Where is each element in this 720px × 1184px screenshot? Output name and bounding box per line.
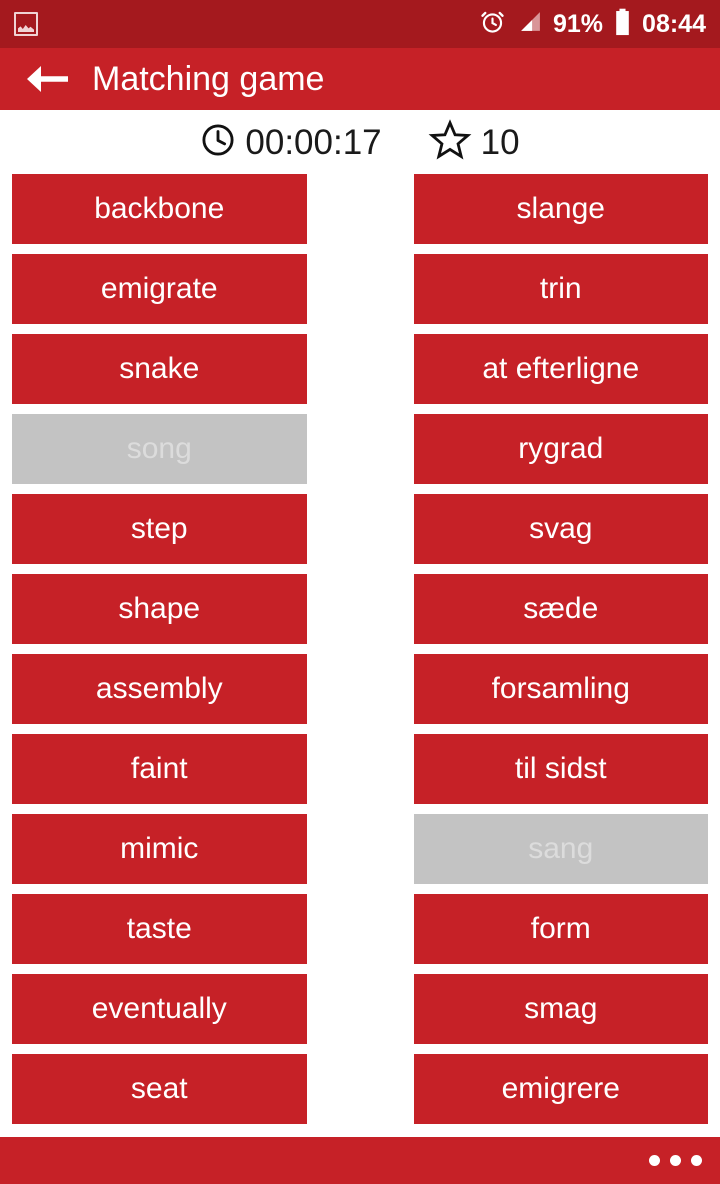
score-row: 00:00:17 10 <box>0 110 720 174</box>
overflow-menu-icon[interactable] <box>649 1155 702 1166</box>
matching-board: backbone emigrate snake song step shape assemb… <box>0 174 720 1137</box>
card[interactable]: emigrere <box>413 1054 708 1124</box>
card[interactable]: step <box>12 494 307 564</box>
card[interactable]: emigrate <box>12 254 307 324</box>
screenshot-icon <box>14 12 38 36</box>
card[interactable]: rygrad <box>413 414 708 484</box>
card-label: faint <box>130 754 188 784</box>
left-column: backbone emigrate snake song step shape assemb… <box>12 174 307 1124</box>
matching-game-screen: 91% 08:44 Matching game 00:00:17 10 back… <box>0 0 720 1184</box>
card-label: sang <box>528 834 594 864</box>
card[interactable]: forsamling <box>413 654 708 724</box>
card-label: step <box>130 514 188 544</box>
card[interactable]: eventually <box>12 974 307 1044</box>
back-arrow-icon <box>27 66 68 92</box>
card-label: taste <box>126 914 192 944</box>
card[interactable]: smag <box>413 974 708 1044</box>
card-label: sæde <box>523 594 599 624</box>
card-label: emigrere <box>501 1074 620 1104</box>
card-matched: sang <box>413 814 708 884</box>
battery-percent: 91% <box>553 9 604 38</box>
alarm-clock-icon <box>479 8 506 40</box>
card-matched: song <box>12 414 307 484</box>
card-label: forsamling <box>491 674 630 704</box>
overflow-dot <box>670 1155 681 1166</box>
card[interactable]: slange <box>413 174 708 244</box>
card-label: svag <box>529 514 593 544</box>
signal-strength-icon <box>517 9 542 39</box>
card-label: til sidst <box>514 754 607 784</box>
overflow-dot <box>691 1155 702 1166</box>
star-icon <box>428 118 472 166</box>
card-label: smag <box>524 994 598 1024</box>
card-label: song <box>126 434 192 464</box>
card-label: emigrate <box>100 274 218 304</box>
star-display: 10 <box>428 118 520 166</box>
card[interactable]: shape <box>12 574 307 644</box>
star-count: 10 <box>480 122 520 162</box>
card-label: seat <box>130 1074 188 1104</box>
overflow-dot <box>649 1155 660 1166</box>
status-bar-clock: 08:44 <box>642 9 706 38</box>
card[interactable]: til sidst <box>413 734 708 804</box>
clock-icon <box>200 122 236 163</box>
card-label: at efterligne <box>482 354 640 384</box>
status-bar-right: 91% 08:44 <box>479 8 706 41</box>
back-button[interactable] <box>24 56 70 102</box>
card[interactable]: trin <box>413 254 708 324</box>
right-column: slange trin at efterligne rygrad svag sæde for… <box>413 174 708 1124</box>
card[interactable]: svag <box>413 494 708 564</box>
card[interactable]: faint <box>12 734 307 804</box>
card[interactable]: backbone <box>12 174 307 244</box>
card[interactable]: assembly <box>12 654 307 724</box>
card-label: mimic <box>120 834 199 864</box>
bottom-bar <box>0 1137 720 1184</box>
card[interactable]: form <box>413 894 708 964</box>
card-label: rygrad <box>518 434 604 464</box>
card[interactable]: snake <box>12 334 307 404</box>
page-title: Matching game <box>92 60 325 98</box>
card-label: assembly <box>95 674 223 704</box>
status-bar: 91% 08:44 <box>0 0 720 48</box>
card-label: backbone <box>94 194 225 224</box>
card[interactable]: at efterligne <box>413 334 708 404</box>
timer-display: 00:00:17 <box>200 122 382 163</box>
status-bar-left <box>14 12 38 36</box>
app-toolbar: Matching game <box>0 48 720 110</box>
card-label: slange <box>516 194 605 224</box>
battery-icon <box>614 8 631 41</box>
card[interactable]: mimic <box>12 814 307 884</box>
card-label: form <box>530 914 591 944</box>
card-label: snake <box>119 354 200 384</box>
card[interactable]: taste <box>12 894 307 964</box>
card-label: shape <box>118 594 201 624</box>
card-label: eventually <box>91 994 227 1024</box>
card[interactable]: sæde <box>413 574 708 644</box>
card-label: trin <box>539 274 582 304</box>
timer-value: 00:00:17 <box>245 122 382 162</box>
card[interactable]: seat <box>12 1054 307 1124</box>
